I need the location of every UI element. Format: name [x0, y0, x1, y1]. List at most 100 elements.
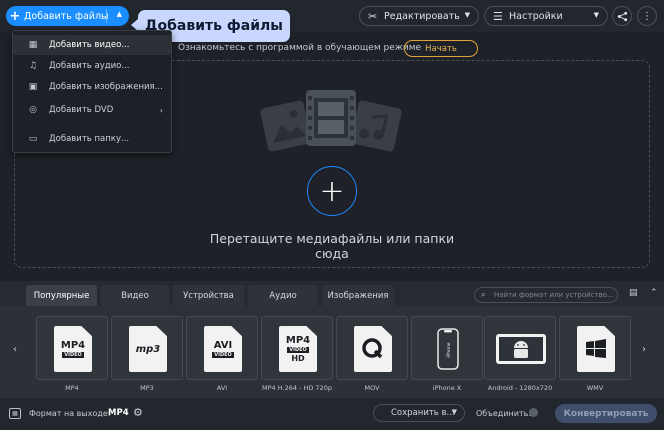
mp3-file-icon: mp3 [129, 326, 167, 372]
svg-text:iPhone: iPhone [446, 342, 452, 357]
format-label: MP3 [140, 384, 154, 392]
chevron-down-icon: ▼ [464, 11, 470, 19]
format-thumbnail: MP4 VIDEO [36, 316, 108, 380]
format-thumbnail [559, 316, 631, 380]
format-badge: MP4 [285, 335, 311, 346]
menu-item-add-folder[interactable]: ▭ Добавить папку... [13, 129, 171, 149]
tab-audio[interactable]: Аудио [248, 285, 318, 306]
format-search-input[interactable]: ⌕ Найти формат или устройство... [474, 287, 618, 303]
format-info-button[interactable]: ▤ [629, 288, 643, 302]
tutorial-start-button[interactable]: Начать [404, 40, 478, 57]
format-thumbnail: iPhone [411, 316, 483, 380]
output-format-label: Формат на выходе: [29, 409, 111, 418]
share-icon [617, 11, 627, 21]
document-settings-icon: ▤ [629, 288, 638, 298]
image-icon: ▣ [28, 82, 38, 92]
windows-file-icon [577, 326, 615, 372]
format-thumbnail [336, 316, 408, 380]
drop-zone-text: Перетащите медиафайлы или папки сюда [209, 231, 455, 261]
format-label: Android - 1280x720 [487, 384, 553, 392]
tab-images[interactable]: Изображения [322, 285, 394, 306]
format-label: iPhone X [432, 384, 462, 392]
dvd-icon: ◎ [29, 105, 37, 115]
format-tile-wmv[interactable]: WMV [559, 316, 631, 398]
plus-icon: + [9, 8, 21, 24]
menu-item-add-dvd[interactable]: ◎ Добавить DVD › [13, 100, 171, 120]
quicktime-file-icon [354, 326, 392, 372]
avi-file-icon: AVI VIDEO [204, 326, 242, 372]
menu-item-label: Добавить изображения... [49, 82, 163, 92]
format-badge: AVI [213, 340, 233, 351]
collapse-panel-button[interactable]: ⌃ [650, 288, 664, 302]
output-format-icon: ▦ [9, 408, 21, 419]
mp4-file-icon: MP4 VIDEO [54, 326, 92, 372]
carousel-next-button[interactable]: › [642, 344, 646, 355]
format-tile-mov[interactable]: MOV [336, 316, 408, 398]
format-tile-mp3[interactable]: mp3 MP3 [111, 316, 183, 398]
merge-toggle[interactable] [529, 408, 538, 417]
chevron-up-icon[interactable]: ▲ [117, 10, 122, 18]
format-badge: MP4 [60, 340, 86, 351]
chevron-down-icon: ▼ [451, 408, 457, 416]
add-files-label: Добавить файлы [24, 10, 109, 22]
search-placeholder: Найти формат или устройство... [494, 291, 614, 299]
tab-devices[interactable]: Устройства [173, 285, 244, 306]
sliders-icon: ☰ [493, 9, 503, 23]
format-label: AVI [216, 384, 228, 392]
menu-item-add-images[interactable]: ▣ Добавить изображения... [13, 77, 171, 97]
quicktime-icon [362, 338, 383, 359]
add-media-plus-button[interactable]: + [307, 166, 357, 216]
format-thumbnail [484, 316, 556, 380]
mp4-hd-file-icon: MP4 VIDEO HD [279, 326, 317, 372]
music-note-icon: ♫ [28, 61, 38, 71]
format-tile-mp4[interactable]: MP4 VIDEO MP4 [36, 316, 108, 398]
format-badge-sub: VIDEO [287, 347, 309, 353]
format-thumbnail: MP4 VIDEO HD [261, 316, 333, 380]
format-thumbnail: AVI VIDEO [186, 316, 258, 380]
add-files-button[interactable]: + Добавить файлы ▲ [6, 6, 129, 26]
edit-button[interactable]: ✂ Редактировать ▼ [359, 6, 479, 26]
tab-popular[interactable]: Популярные [26, 285, 97, 306]
format-label: MP4 H.264 - HD 720p [262, 384, 332, 392]
chevron-down-icon: ▼ [593, 11, 599, 19]
tab-video[interactable]: Видео [101, 285, 169, 306]
edit-label: Редактировать [384, 10, 460, 22]
add-files-menu: ▦ Добавить видео... ♫ Добавить аудио... … [12, 30, 172, 153]
save-to-dropdown[interactable]: Сохранить в... ▼ [373, 404, 465, 422]
iphone-icon: iPhone [426, 327, 470, 371]
format-tile-iphone-x[interactable]: iPhone iPhone X [411, 316, 483, 398]
format-tile-mp4-hd[interactable]: MP4 VIDEO HD MP4 H.264 - HD 720p [261, 316, 333, 398]
settings-button[interactable]: ☰ Настройки ▼ [484, 6, 608, 26]
format-tile-avi[interactable]: AVI VIDEO AVI [186, 316, 258, 398]
gear-icon[interactable]: ⚙ [133, 406, 143, 419]
carousel-prev-button[interactable]: ‹ [13, 344, 17, 355]
format-badge-sub: VIDEO [212, 352, 234, 358]
menu-item-add-video[interactable]: ▦ Добавить видео... [13, 35, 171, 55]
folder-icon: ▭ [28, 134, 38, 144]
settings-label: Настройки [509, 10, 563, 22]
menu-item-label: Добавить аудио... [49, 61, 130, 71]
tutorial-text: Ознакомьтесь с программой в обучающем ре… [178, 43, 422, 53]
menu-item-label: Добавить папку... [49, 134, 130, 144]
menu-item-label: Добавить DVD [49, 105, 114, 115]
merge-label: Объединить: [476, 409, 532, 418]
share-button[interactable] [612, 6, 632, 26]
menu-item-label: Добавить видео... [49, 40, 130, 50]
format-thumbnail: mp3 [111, 316, 183, 380]
chevron-right-icon: › [159, 105, 163, 115]
format-label: MOV [364, 384, 380, 392]
divider [106, 9, 107, 23]
format-tile-android[interactable]: Android - 1280x720 [484, 316, 556, 398]
film-icon: ▦ [28, 40, 38, 50]
output-format-value[interactable]: MP4 [108, 408, 129, 418]
android-icon [493, 327, 549, 371]
more-button[interactable]: ⋮ [637, 6, 657, 26]
format-label: MP4 [65, 384, 79, 392]
format-badge-sub: VIDEO [62, 352, 84, 358]
menu-item-add-audio[interactable]: ♫ Добавить аудио... [13, 56, 171, 76]
save-to-label: Сохранить в... [391, 408, 455, 418]
windows-icon [586, 339, 606, 358]
chevron-up-icon: ⌃ [650, 288, 658, 298]
format-badge-hd: HD [291, 354, 305, 363]
convert-button[interactable]: Конвертировать [555, 404, 657, 423]
